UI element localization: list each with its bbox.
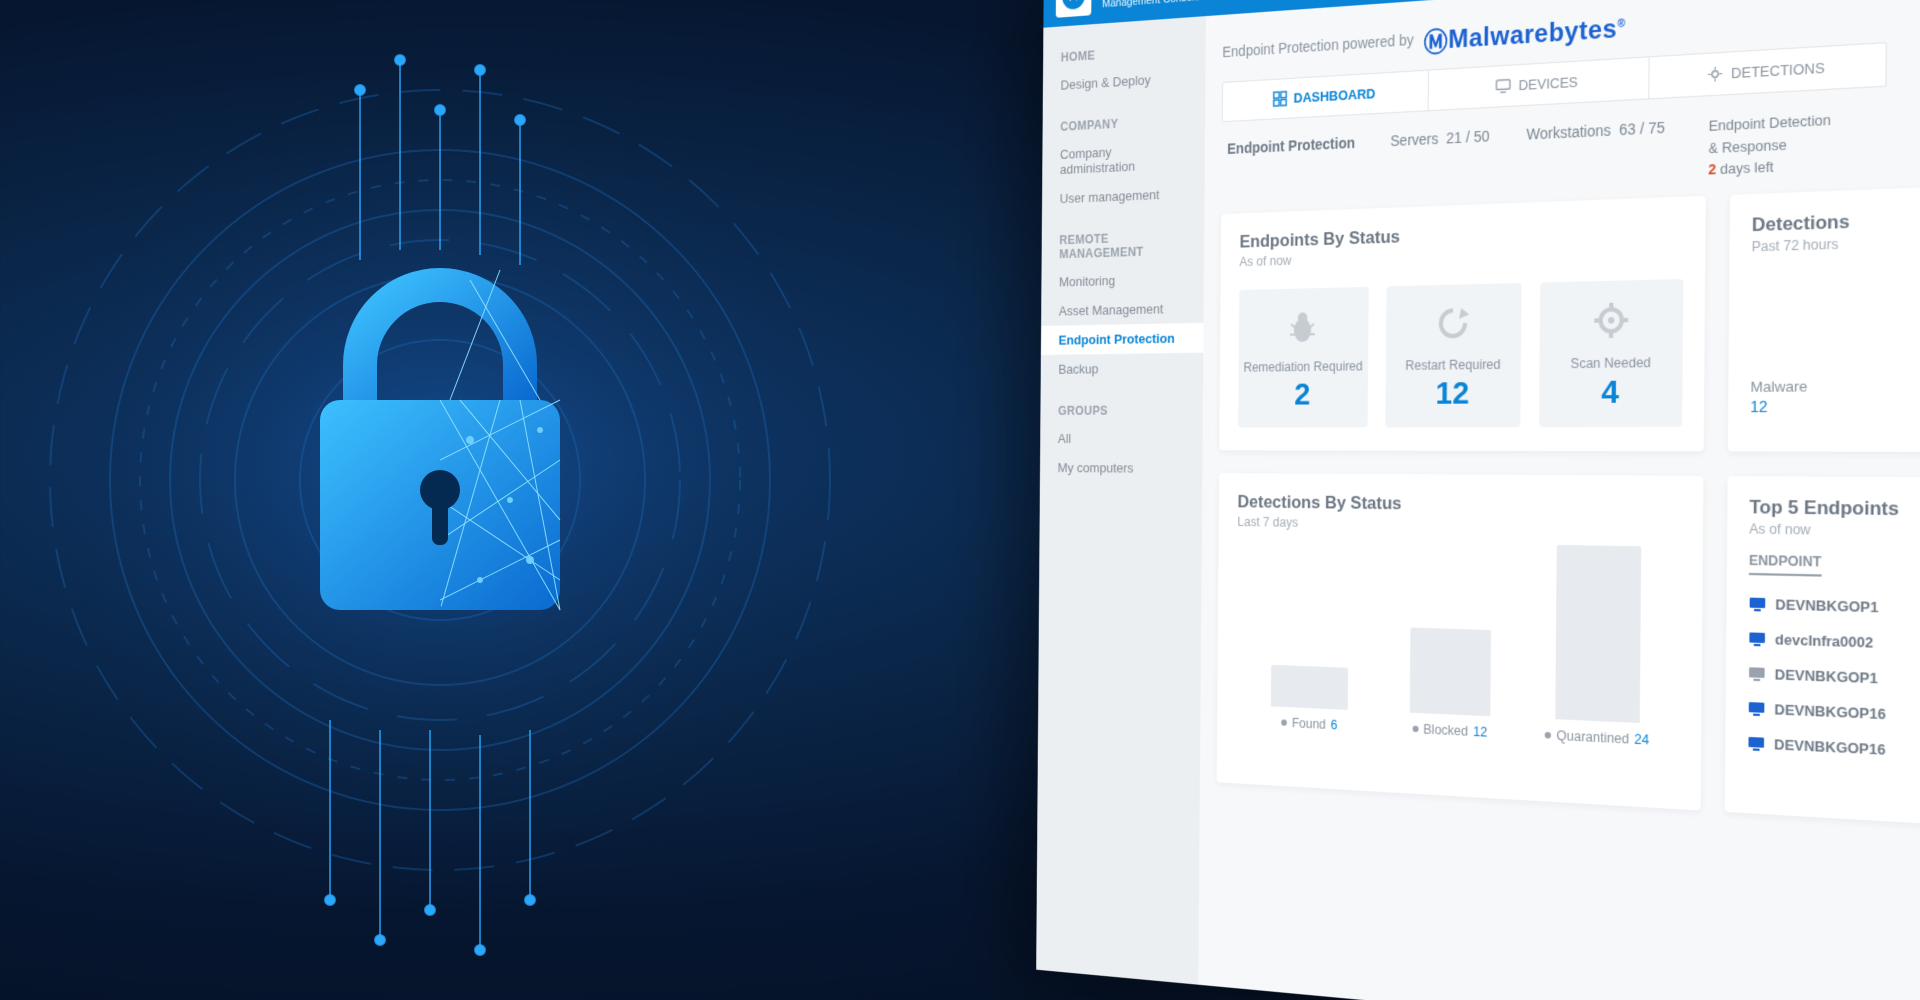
sidebar-item-monitoring[interactable]: Monitoring <box>1041 263 1204 297</box>
sidebar-item-asset-management[interactable]: Asset Management <box>1041 293 1204 326</box>
card-title: Top 5 Endpoints <box>1749 497 1920 522</box>
tile-remediation-required[interactable]: Remediation Required 2 <box>1238 286 1368 428</box>
monitor-icon <box>1748 666 1766 682</box>
malware-value: 12 <box>1750 396 1920 415</box>
bar-value: 6 <box>1331 718 1338 733</box>
tab-devices-label: DEVICES <box>1518 74 1577 94</box>
bar-value: 12 <box>1473 724 1487 740</box>
monitor-icon <box>1747 735 1765 752</box>
top-endpoints-card: Top 5 Endpoints As of now ENDPOINT DEVNB… <box>1725 476 1920 825</box>
tile-label: Restart Required <box>1389 356 1517 374</box>
sidebar-heading-groups: GROUPS <box>1040 397 1203 424</box>
sidebar: HOME Design & Deploy COMPANY Company adm… <box>1036 16 1206 985</box>
endpoint-row[interactable]: DEVNBKGOP1 <box>1748 587 1920 627</box>
sidebar-item-endpoint-protection[interactable]: Endpoint Protection <box>1041 323 1204 355</box>
detections-summary-card: Detections Past 72 hours Malware 12 <box>1728 186 1920 452</box>
endpoint-name: DEVNBKGOP16 <box>1774 701 1886 723</box>
endpoint-list: DEVNBKGOP1 devcInfra0002 DEVNBKGOP1 DEVN… <box>1747 587 1920 770</box>
workstations-stat: Workstations 63 / 75 <box>1526 119 1665 143</box>
bar-label: Blocked <box>1423 722 1468 739</box>
main-content: Endpoint Protection powered by ⓂMalwareb… <box>1198 0 1920 1000</box>
endpoint-name: DEVNBKGOP16 <box>1774 736 1886 758</box>
card-title: Detections <box>1752 207 1920 236</box>
devices-icon <box>1496 78 1512 95</box>
endpoint-name: DEVNBKGOP1 <box>1775 596 1878 616</box>
tile-label: Remediation Required <box>1242 358 1364 376</box>
endpoint-column-header: ENDPOINT <box>1749 553 1822 577</box>
tile-value: 2 <box>1242 377 1364 413</box>
brand-subtitle: Management Console <box>1102 0 1204 10</box>
bar-value: 24 <box>1634 732 1649 748</box>
tile-value: 12 <box>1389 375 1517 412</box>
sidebar-heading-remote: REMOTE MANAGEMENT <box>1042 222 1205 268</box>
dashboard-icon <box>1273 91 1287 107</box>
card-subtitle: Past 72 hours <box>1752 233 1920 254</box>
tile-label: Scan Needed <box>1544 354 1678 373</box>
monitor-icon <box>1748 631 1766 647</box>
sidebar-item-my-computers[interactable]: My computers <box>1040 453 1203 483</box>
monitor-icon <box>1748 701 1766 717</box>
servers-stat: Servers 21 / 50 <box>1390 127 1489 149</box>
stats-title: Endpoint Protection <box>1227 134 1355 157</box>
edr-status: Endpoint Detection & Response 2 days lef… <box>1708 110 1831 179</box>
bar-found: Found 6 <box>1252 664 1368 734</box>
bar-blocked: Blocked 12 <box>1390 627 1512 741</box>
malware-label: Malware <box>1750 376 1920 395</box>
card-subtitle: As of now <box>1749 521 1920 540</box>
teamviewer-logo-icon <box>1056 0 1092 18</box>
sidebar-item-all[interactable]: All <box>1040 424 1203 454</box>
malwarebytes-logo: ⓂMalwarebytes® <box>1424 6 1626 57</box>
tab-dashboard-label: DASHBOARD <box>1294 85 1376 105</box>
endpoint-name: devcInfra0002 <box>1775 631 1873 651</box>
detections-bar-chart: Found 6 Blocked 12 Quarantined 24 <box>1236 552 1681 749</box>
sidebar-item-company-admin[interactable]: Company administration <box>1042 132 1205 184</box>
restart-icon <box>1433 301 1474 345</box>
hero-security-art <box>0 0 960 1000</box>
monitor-icon <box>1749 596 1767 612</box>
padlock-icon <box>320 270 560 610</box>
bar-quarantined: Quarantined 24 <box>1534 545 1662 749</box>
powered-by-label: Endpoint Protection powered by <box>1222 31 1413 60</box>
bar-label: Quarantined <box>1556 728 1629 747</box>
tile-scan-needed[interactable]: Scan Needed 4 <box>1539 279 1683 428</box>
detections-by-status-card: Detections By Status Last 7 days Found 6… <box>1217 473 1704 810</box>
detections-icon <box>1707 65 1724 83</box>
bar-label: Found <box>1292 716 1326 732</box>
endpoint-row[interactable]: DEVNBKGOP16 <box>1747 726 1920 770</box>
endpoints-by-status-card: Endpoints By Status As of now Remediatio… <box>1219 195 1706 451</box>
tile-restart-required[interactable]: Restart Required 12 <box>1385 283 1522 428</box>
sidebar-item-backup[interactable]: Backup <box>1041 353 1204 384</box>
tab-detections-label: DETECTIONS <box>1731 59 1825 81</box>
target-icon <box>1590 297 1633 342</box>
card-title: Detections By Status <box>1237 492 1681 518</box>
tile-value: 4 <box>1544 374 1679 412</box>
management-console: TeamViewer Management Console HOME Desig… <box>1036 0 1920 1000</box>
bug-icon <box>1284 304 1323 347</box>
endpoint-name: DEVNBKGOP1 <box>1775 666 1878 687</box>
card-subtitle: Last 7 days <box>1237 515 1681 536</box>
